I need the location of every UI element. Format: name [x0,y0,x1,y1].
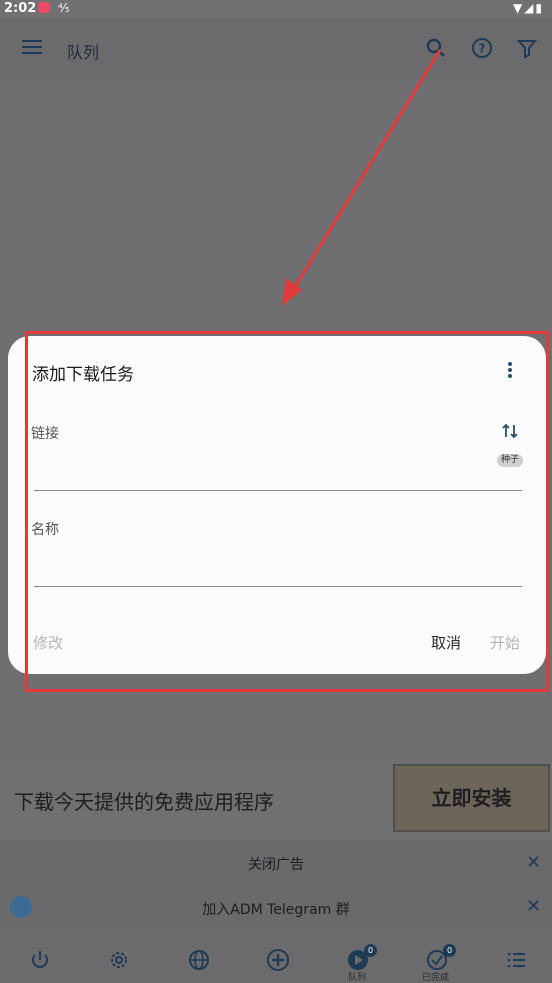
close-ad-text[interactable]: 关闭广告 [0,854,552,874]
notification-icon [38,2,50,13]
telegram-text[interactable]: 加入ADM Telegram 群 [0,899,552,919]
browser-icon[interactable] [187,948,211,972]
signal-battery-icons: ▼◢▮ [512,1,544,15]
menu-icon[interactable] [22,40,42,56]
telegram-bar: 加入ADM Telegram 群 ✕ [0,886,552,930]
add-icon[interactable] [266,948,290,972]
name-label: 名称 [31,522,59,538]
cancel-button[interactable]: 取消 [431,632,461,653]
completed-label: 已完成 [422,973,450,983]
name-input[interactable] [34,561,522,587]
completed-badge: 0 [443,944,456,957]
close-icon[interactable]: ✕ [526,896,541,917]
settings-icon[interactable] [107,948,131,972]
install-now-button[interactable]: 立即安装 [393,764,550,832]
page-title: 队列 [67,43,100,62]
swap-icon[interactable] [501,422,519,440]
close-icon[interactable]: ✕ [526,852,541,873]
svg-text:?: ? [479,42,486,56]
dialog-title: 添加下载任务 [32,365,134,385]
ad-banner: 下载今天提供的免费应用程序 立即安装 [0,758,552,840]
app-bar: 队列 ? [0,18,552,80]
search-icon[interactable] [424,36,450,62]
ad-text: 下载今天提供的免费应用程序 [14,790,274,814]
add-download-dialog: 添加下载任务 链接 种子 名称 修改 取消 开始 [8,336,546,674]
list-icon[interactable] [505,948,529,972]
power-icon[interactable] [28,948,52,972]
link-label: 链接 [31,426,59,442]
modify-button[interactable]: 修改 [33,632,63,653]
status-bar: 2:02 ⁴⁄₅ ▼◢▮ [0,0,552,18]
status-time: 2:02 [4,1,37,16]
filter-icon[interactable] [515,36,541,62]
queue-badge: 0 [364,944,377,957]
link-input[interactable] [34,465,522,491]
close-ad-bar: 关闭广告 ✕ [0,840,552,886]
help-icon[interactable]: ? [470,36,496,62]
more-options-icon[interactable] [506,362,514,380]
queue-label: 队列 [348,973,367,983]
notification-text: ⁴⁄₅ [58,1,70,15]
start-button[interactable]: 开始 [490,632,520,653]
bottom-nav: 0 队列 0 已完成 [0,930,552,983]
